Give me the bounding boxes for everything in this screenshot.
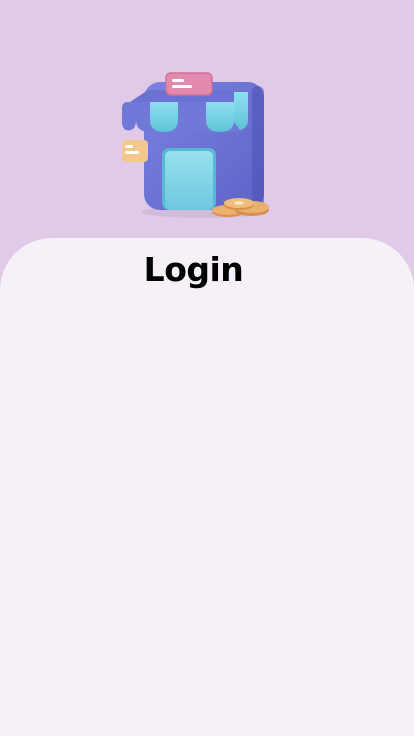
login-card: Login [0,238,414,736]
hero-header [0,0,414,250]
store-front-icon [122,72,269,218]
login-screen: Login [0,0,414,736]
page-title: Login [143,250,244,289]
